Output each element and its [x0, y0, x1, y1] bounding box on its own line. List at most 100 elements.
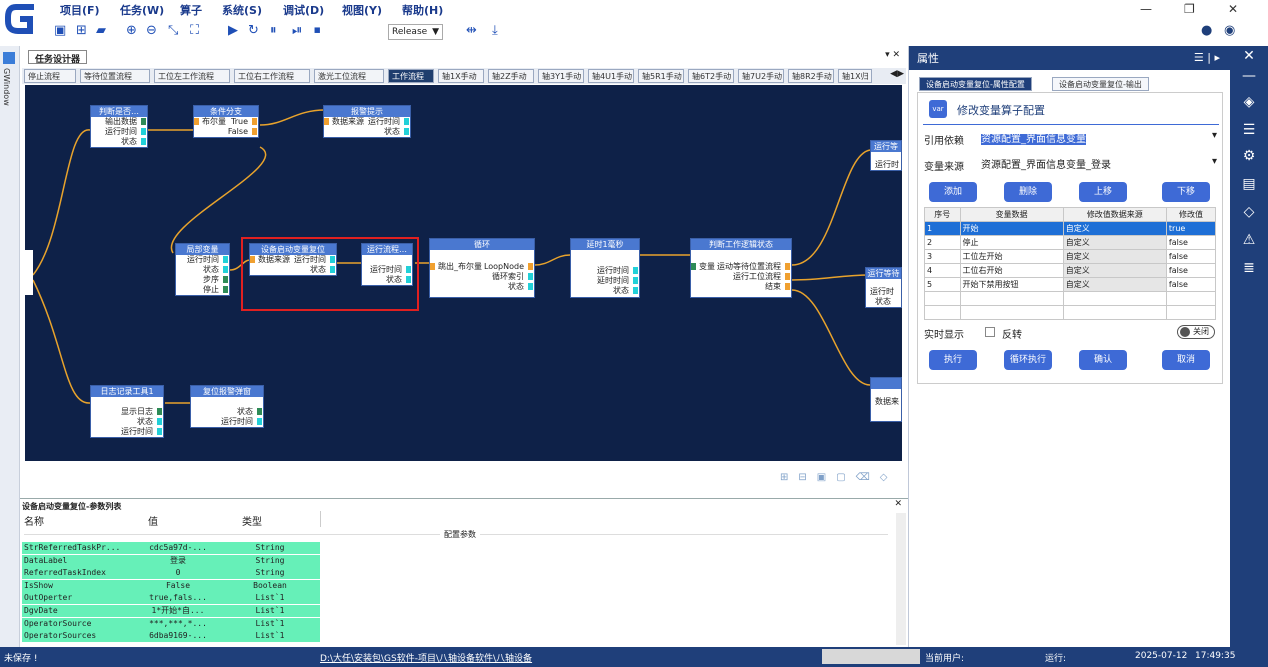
- designer-title-tab[interactable]: 任务设计器: [28, 50, 88, 65]
- restore-icon[interactable]: ❐: [1184, 2, 1195, 16]
- window-icon[interactable]: [3, 52, 15, 64]
- close-icon[interactable]: ✕: [1228, 2, 1238, 16]
- flow-tab[interactable]: 轴3Y1手动: [538, 69, 584, 83]
- zoom-out-icon[interactable]: ⊖: [146, 24, 157, 38]
- panel-close-icon[interactable]: ▾ ✕: [885, 50, 900, 60]
- user-icon[interactable]: ●: [1201, 24, 1212, 38]
- menu-icon[interactable]: ☰ | ▸: [1194, 51, 1220, 64]
- add-button[interactable]: 添加: [929, 182, 977, 202]
- execute-button[interactable]: 执行: [929, 350, 977, 370]
- flow-tab[interactable]: 轴7U2手动: [738, 69, 784, 83]
- reverse-checkbox[interactable]: [985, 327, 995, 337]
- param-row[interactable]: StrReferredTaskPr... cdc5a97d-... String: [22, 542, 320, 554]
- table-row[interactable]: 4 工位右开始 自定义 false: [924, 263, 1217, 278]
- node-reset-selected[interactable]: 设备启动变量复位 数据来源 运行时间 状态: [249, 243, 337, 276]
- stop-icon[interactable]: ⏹: [314, 24, 321, 38]
- node-alarm[interactable]: 报警提示 数据来源 运行时间 状态: [323, 105, 411, 138]
- fullscreen-icon[interactable]: ⛶: [190, 24, 199, 38]
- menu-operator[interactable]: 算子: [180, 2, 202, 18]
- flow-tab[interactable]: 工位左工作流程: [154, 69, 230, 83]
- tab-scroll-icon[interactable]: ◀▶: [890, 69, 904, 79]
- node-alarm-reset[interactable]: 复位报警弹窗 状态 运行时间: [190, 385, 264, 428]
- menu-system[interactable]: 系统(S): [222, 2, 262, 18]
- move-up-button[interactable]: 上移: [1079, 182, 1127, 202]
- node-local-var[interactable]: 局部变量 运行时间 状态 步序 停止: [175, 243, 230, 296]
- node-run-flow[interactable]: 运行流程… 运行时间 状态: [361, 243, 413, 286]
- cancel-button[interactable]: 取消: [1162, 350, 1210, 370]
- flow-tab[interactable]: 轴8R2手动: [788, 69, 834, 83]
- canvas-tool-icons[interactable]: ⊞⊟▣▢⌫◇: [780, 472, 898, 483]
- param-row[interactable]: OperatorSource ***,***,*... List`1: [22, 617, 320, 630]
- close-icon[interactable]: ✕: [1240, 48, 1258, 66]
- layers-icon[interactable]: ◇: [1240, 204, 1258, 222]
- menu-task[interactable]: 任务(W): [120, 2, 164, 18]
- minus-icon[interactable]: —: [1240, 68, 1258, 86]
- param-row[interactable]: DgvDate 1*开始*自... List`1: [22, 605, 320, 617]
- tab-output[interactable]: 设备启动变量复位-输出: [1052, 77, 1149, 91]
- split-icon[interactable]: ⇹: [466, 24, 477, 38]
- menu-debug[interactable]: 调试(D): [283, 2, 324, 18]
- loop-run-icon[interactable]: ↻: [248, 24, 259, 38]
- node-right-2[interactable]: 运行等待 运行时 状态: [865, 267, 902, 308]
- flow-tab[interactable]: 轴4U1手动: [588, 69, 634, 83]
- settings-icon[interactable]: ⚙: [1240, 148, 1258, 166]
- fit-icon[interactable]: ⤡: [168, 24, 178, 38]
- param-row[interactable]: OperatorSources 6dba9169-... List`1: [22, 630, 320, 643]
- flow-tab[interactable]: 等待位置流程: [80, 69, 150, 83]
- table-cell[interactable]: 自定义: [1062, 235, 1167, 250]
- table-row[interactable]: 1 开始 自定义 true: [924, 221, 1217, 236]
- menu-help[interactable]: 帮助(H): [402, 2, 443, 18]
- src-select[interactable]: 资源配置_界面信息变量_登录 ▾: [981, 156, 1219, 172]
- param-row[interactable]: OutOperter true,fals... List`1: [22, 592, 320, 605]
- table-cell[interactable]: 自定义: [1062, 221, 1167, 236]
- flow-tab[interactable]: 轴6T2手动: [688, 69, 734, 83]
- table-row[interactable]: 2 停止 自定义 false: [924, 235, 1217, 250]
- table-icon[interactable]: ▤: [1240, 176, 1258, 194]
- pause-icon[interactable]: ⏸: [270, 24, 277, 38]
- confirm-button[interactable]: 确认: [1079, 350, 1127, 370]
- node-right-3[interactable]: 数据来: [870, 377, 902, 422]
- table-cell[interactable]: 自定义: [1062, 263, 1167, 278]
- loop-execute-button[interactable]: 循环执行: [1004, 350, 1052, 370]
- save-icon[interactable]: ▣: [54, 24, 66, 38]
- realtime-toggle[interactable]: 关闭: [1177, 325, 1215, 339]
- new-icon[interactable]: ⊞: [76, 24, 87, 38]
- flow-tab[interactable]: 轴1X手动: [438, 69, 484, 83]
- node-judge-work[interactable]: 判断工作逻辑状态 变量 运动等待位置流程 运行工位流程 结束: [690, 238, 792, 298]
- delete-button[interactable]: 删除: [1004, 182, 1052, 202]
- table-cell[interactable]: 自定义: [1062, 277, 1167, 292]
- flow-tab[interactable]: 停止流程: [24, 69, 76, 83]
- flow-tab[interactable]: 轴1X归: [838, 69, 872, 83]
- node-branch[interactable]: 条件分支 布尔量 True False: [193, 105, 259, 138]
- minimize-icon[interactable]: —: [1140, 2, 1152, 16]
- download-icon[interactable]: ⤓: [492, 24, 498, 38]
- tab-config[interactable]: 设备启动变量复位-属性配置: [919, 77, 1032, 91]
- warning-icon[interactable]: ⚠: [1240, 232, 1258, 250]
- menu-project[interactable]: 项目(F): [60, 2, 100, 18]
- flow-tab[interactable]: 轴5R1手动: [638, 69, 684, 83]
- flow-start-stub[interactable]: [25, 250, 33, 295]
- log-icon[interactable]: ≣: [1240, 260, 1258, 278]
- help-icon[interactable]: ◉: [1224, 24, 1235, 38]
- param-close-icon[interactable]: ✕: [894, 499, 902, 509]
- flow-tab[interactable]: 工位右工作流程: [234, 69, 310, 83]
- move-down-button[interactable]: 下移: [1162, 182, 1210, 202]
- run-icon[interactable]: ▶: [228, 24, 238, 38]
- ref-select[interactable]: 资源配置_界面信息变量 ▾: [981, 130, 1219, 146]
- graph-icon[interactable]: ◈: [1240, 94, 1258, 112]
- flow-canvas[interactable]: 判断是否… 输出数据 运行时间 状态 条件分支 布尔量 True False 报警…: [25, 85, 902, 461]
- flow-tab[interactable]: 轴2Z手动: [488, 69, 534, 83]
- config-select[interactable]: Release ▼: [388, 24, 443, 40]
- zoom-in-icon[interactable]: ⊕: [126, 24, 137, 38]
- param-row[interactable]: ReferredTaskIndex 0 String: [22, 567, 320, 580]
- table-row[interactable]: 3 工位左开始 自定义 false: [924, 249, 1217, 264]
- table-row[interactable]: 5 开始下禁用按钮 自定义 false: [924, 277, 1217, 292]
- node-right-1[interactable]: 运行等 运行时: [870, 140, 902, 171]
- node-judge[interactable]: 判断是否… 输出数据 运行时间 状态: [90, 105, 148, 148]
- flow-tab[interactable]: 激光工位流程: [314, 69, 384, 83]
- list-icon[interactable]: ☰: [1240, 122, 1258, 140]
- table-cell[interactable]: 自定义: [1062, 249, 1167, 264]
- node-log[interactable]: 日志记录工具1 显示日志 状态 运行时间: [90, 385, 164, 438]
- step-icon[interactable]: ⏯: [292, 24, 302, 38]
- flow-tab[interactable]: 工作流程: [388, 69, 434, 83]
